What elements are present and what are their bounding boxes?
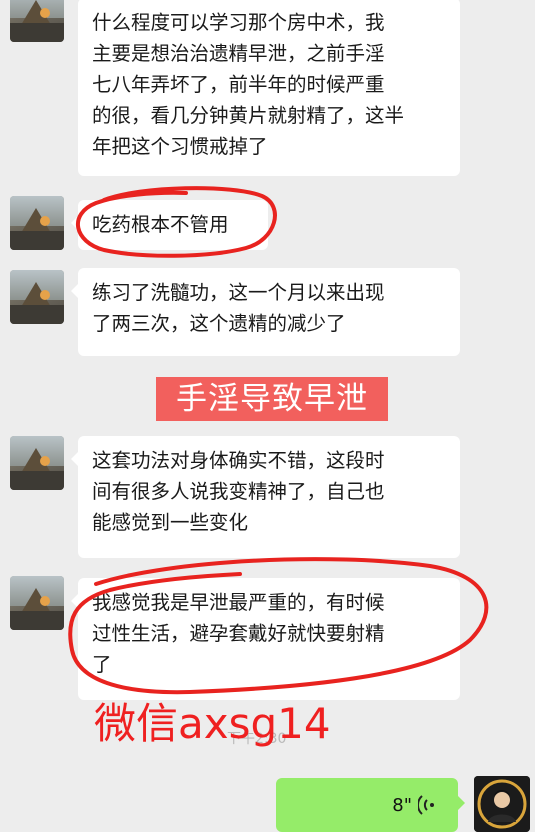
- watermark-text: 微信axsg14: [94, 699, 331, 748]
- voice-wave-icon: [416, 794, 438, 816]
- message-bubble[interactable]: 我感觉我是早泄最严重的，有时候 过性生活，避孕套戴好就快要射精 了: [71, 578, 460, 700]
- message-bubble[interactable]: 练习了洗髓功，这一个月以来出现 了两三次，这个遗精的减少了: [71, 268, 460, 356]
- self-avatar[interactable]: [474, 776, 530, 832]
- contact-avatar[interactable]: [10, 0, 64, 42]
- voice-message-bubble[interactable]: 8": [276, 778, 465, 832]
- contact-avatar[interactable]: [10, 270, 64, 324]
- message-bubble[interactable]: 什么程度可以学习那个房中术，我 主要是想治治遗精早泄，之前手淫 七八年弄坏了，前…: [78, 0, 460, 176]
- message-bubble[interactable]: 吃药根本不管用: [71, 200, 268, 250]
- contact-avatar[interactable]: [10, 436, 64, 490]
- contact-avatar[interactable]: [10, 576, 64, 630]
- voice-duration-label: 8": [392, 794, 412, 816]
- message-bubble[interactable]: 这套功法对身体确实不错，这段时 间有很多人说我变精神了，自己也 能感觉到一些变化: [71, 436, 460, 558]
- contact-avatar[interactable]: [10, 196, 64, 250]
- overlay-caption-label: 手淫导致早泄: [156, 377, 388, 421]
